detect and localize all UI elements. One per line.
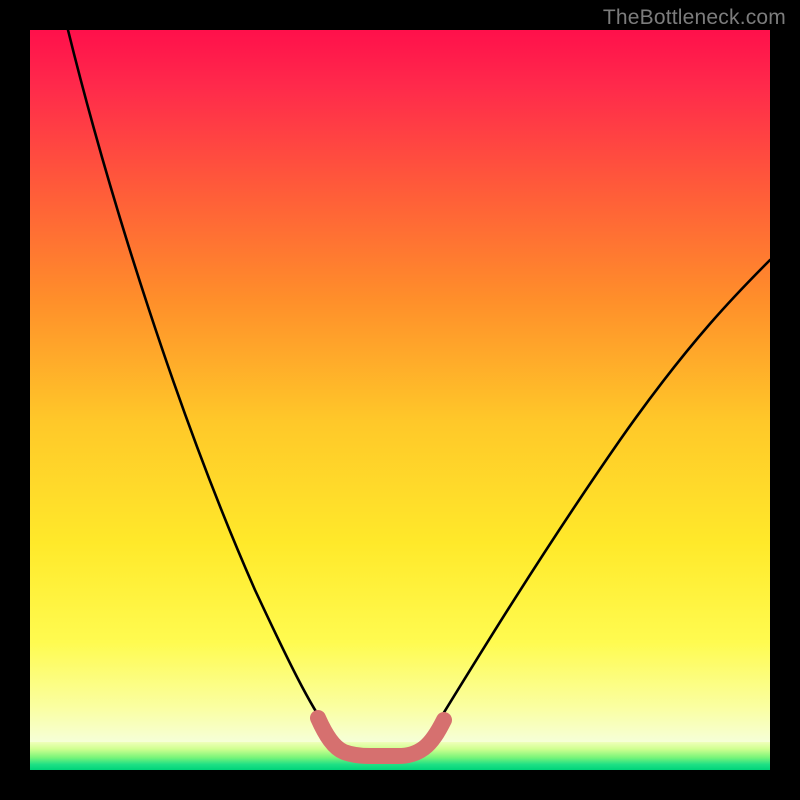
chart-container: TheBottleneck.com <box>0 0 800 800</box>
plot-area <box>30 30 770 770</box>
watermark-text: TheBottleneck.com <box>603 6 786 30</box>
chart-svg <box>0 0 800 800</box>
